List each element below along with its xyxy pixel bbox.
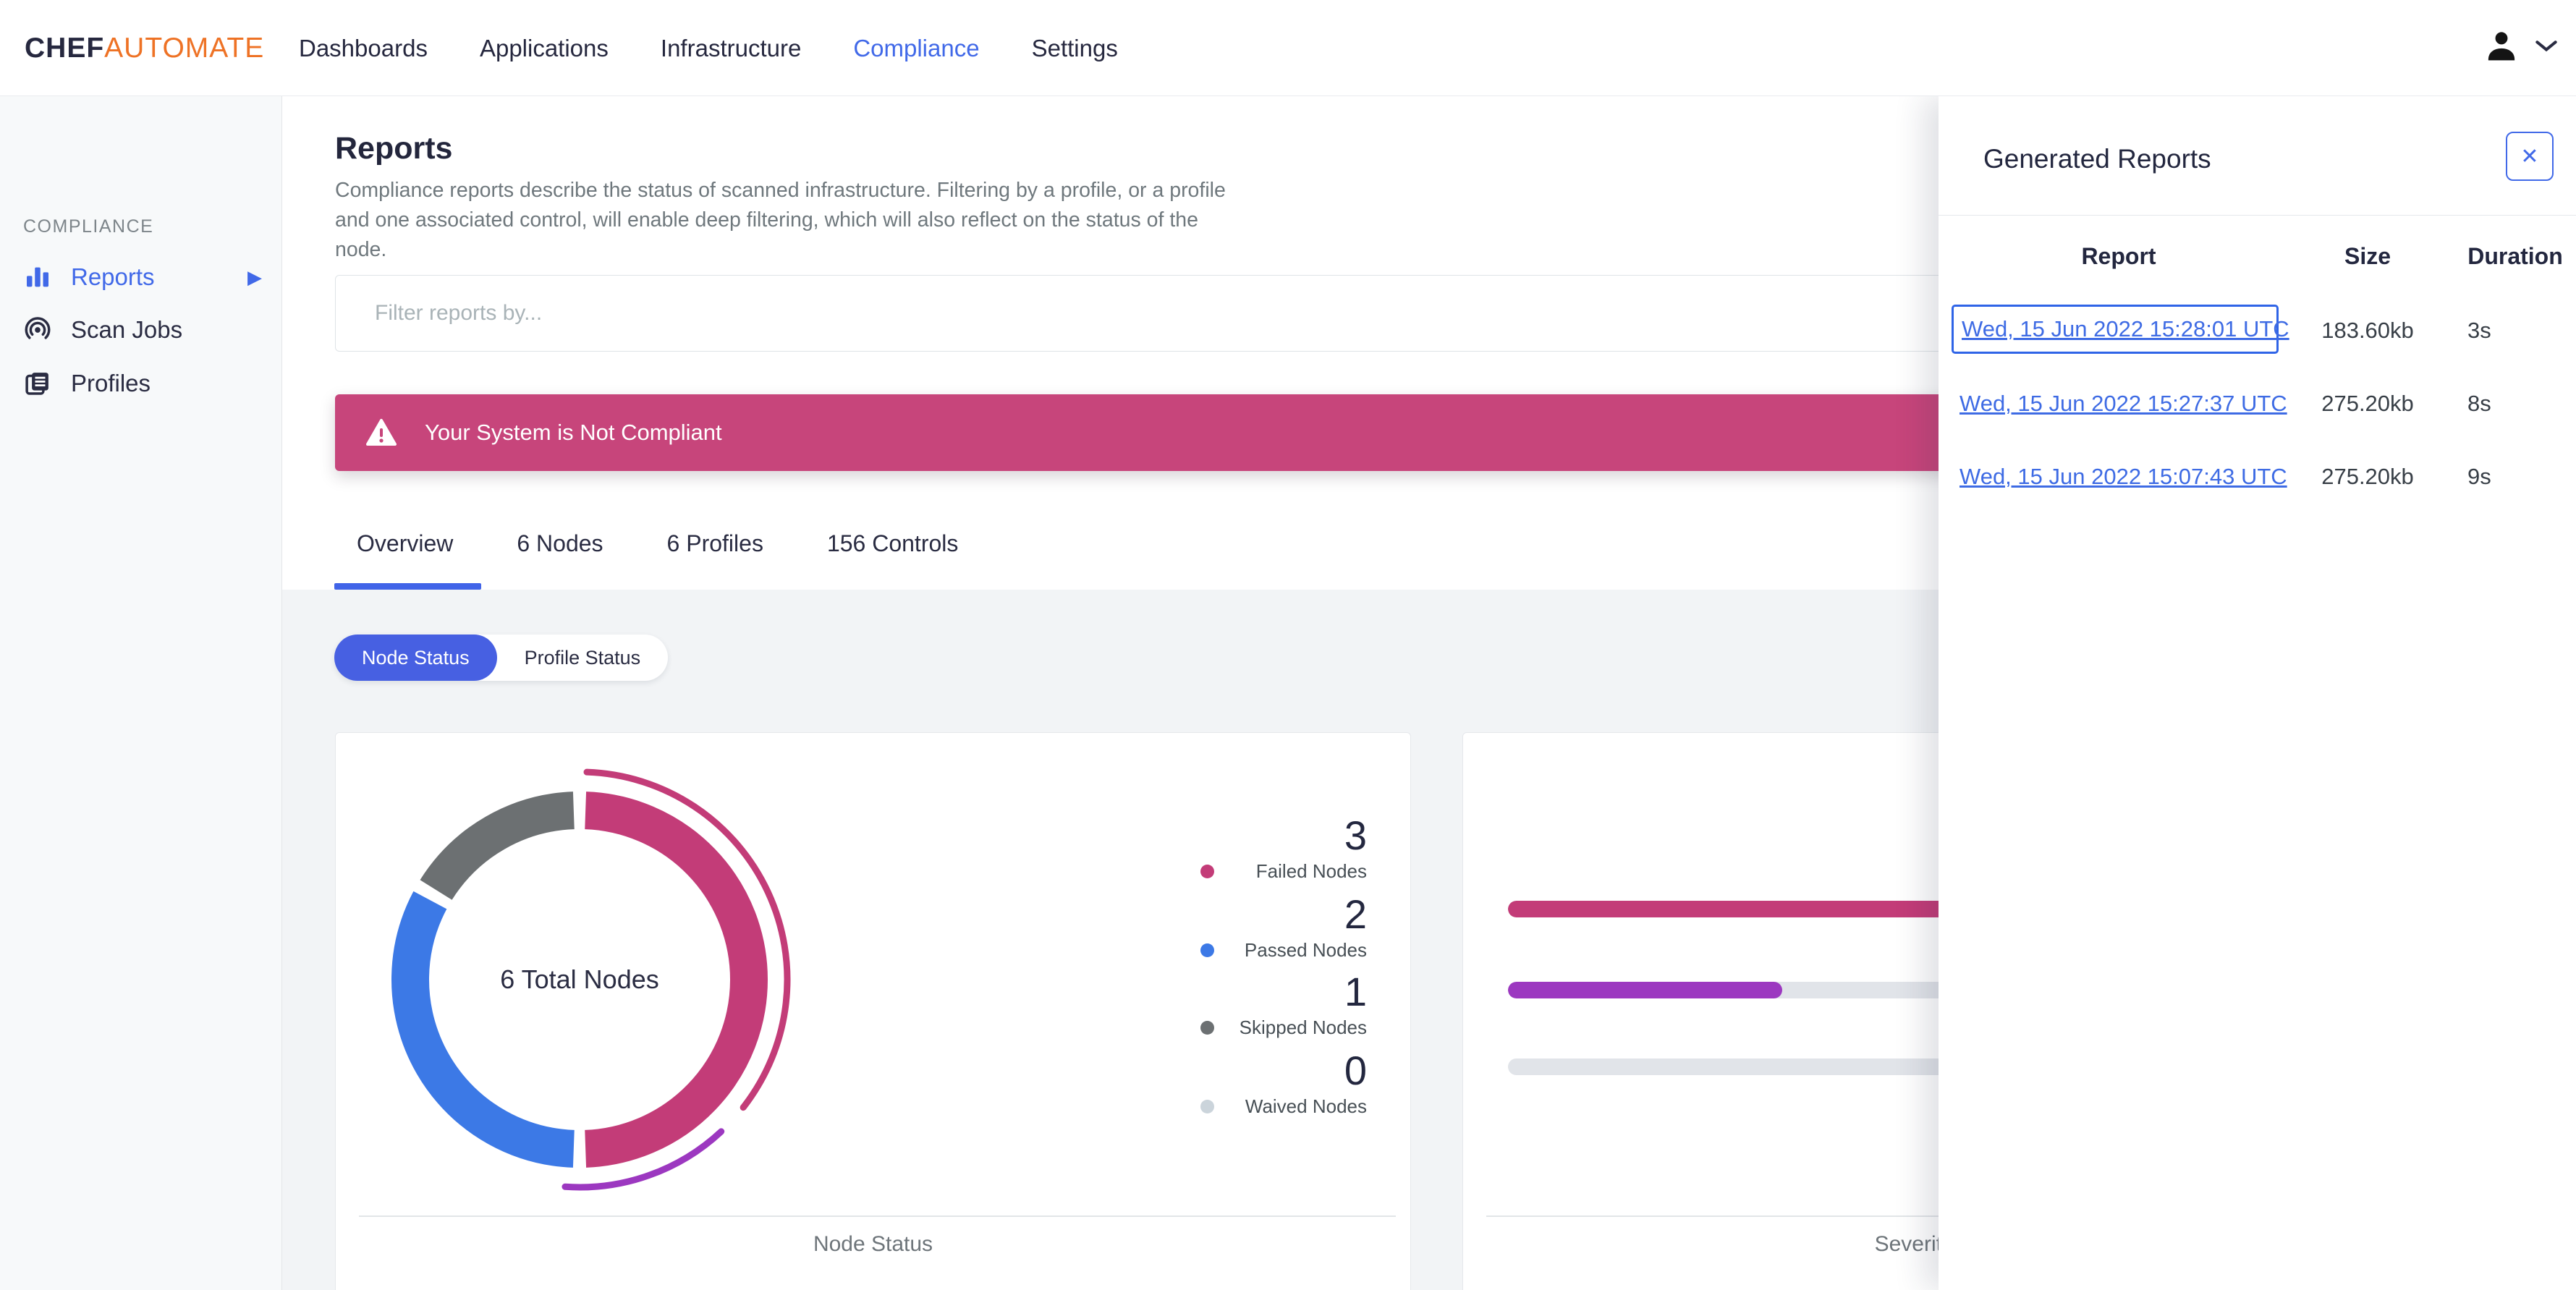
node-status-card: 6 Total Nodes 3 Failed Nodes 2 Passed No…: [335, 732, 1411, 1290]
legend-waived-nodes: 0 Waived Nodes: [1193, 1049, 1367, 1117]
report-link[interactable]: Wed, 15 Jun 2022 15:07:43 UTC: [1959, 464, 2287, 489]
column-header-report: Report: [2081, 243, 2156, 269]
report-link[interactable]: Wed, 15 Jun 2022 15:27:37 UTC: [1959, 391, 2287, 416]
user-profile-icon: [2480, 25, 2522, 71]
sidebar-item-label: Profiles: [71, 370, 151, 396]
sidebar-section-label: COMPLIANCE: [23, 216, 154, 237]
chevron-down-icon: [2535, 40, 2557, 56]
nav-item-compliance[interactable]: Compliance: [853, 35, 979, 62]
sidebar-item-reports[interactable]: Reports ▶: [0, 257, 282, 297]
toggle-profile-status[interactable]: Profile Status: [497, 635, 669, 681]
table-row: Wed, 15 Jun 2022 15:27:37 UTC: [1959, 391, 2287, 417]
logo-chef: CHEF: [25, 32, 105, 64]
legend-label: Skipped Nodes: [1239, 1017, 1367, 1038]
report-size: 275.20kb: [2321, 391, 2414, 416]
chef-automate-app: CHEF AUTOMATE Dashboards Applications Inf…: [0, 0, 2576, 1290]
legend-passed-nodes: 2 Passed Nodes: [1193, 893, 1367, 961]
legend-skipped-nodes: 1 Skipped Nodes: [1193, 970, 1367, 1038]
report-duration: 3s: [2467, 318, 2491, 343]
legend-label: Passed Nodes: [1244, 939, 1367, 961]
toggle-node-status[interactable]: Node Status: [334, 635, 497, 681]
warning-triangle-icon: [366, 419, 397, 446]
tab-overview[interactable]: Overview: [357, 530, 453, 557]
sidebar-item-scan-jobs[interactable]: Scan Jobs: [0, 310, 282, 350]
logo-automate: AUTOMATE: [104, 32, 265, 64]
nav-item-applications[interactable]: Applications: [480, 35, 609, 62]
failed-count: 3: [1344, 812, 1367, 858]
legend-label: Waived Nodes: [1245, 1095, 1367, 1117]
panel-title: Generated Reports: [1983, 144, 2211, 174]
waived-count: 0: [1344, 1048, 1367, 1093]
nav-item-infrastructure[interactable]: Infrastructure: [661, 35, 801, 62]
tab-profiles[interactable]: 6 Profiles: [667, 530, 763, 557]
report-tabs: Overview 6 Nodes 6 Profiles 156 Controls: [357, 530, 958, 557]
banner-text: Your System is Not Compliant: [425, 420, 722, 445]
sidebar-item-profiles[interactable]: Profiles: [0, 363, 282, 404]
report-duration: 9s: [2467, 464, 2491, 489]
status-toggle: Node Status Profile Status: [334, 635, 669, 681]
submenu-arrow-icon[interactable]: ▶: [247, 266, 262, 289]
page-description: Compliance reports describe the status o…: [335, 179, 1226, 261]
report-size: 183.60kb: [2321, 318, 2414, 343]
primary-nav: Dashboards Applications Infrastructure C…: [299, 0, 1118, 96]
focused-report-row-outline: Wed, 15 Jun 2022 15:28:01 UTC: [1952, 305, 2289, 354]
donut-center-label: 6 Total Nodes: [500, 964, 659, 994]
sidebar-item-label: Reports: [71, 263, 155, 290]
sidebar-item-label: Scan Jobs: [71, 316, 183, 343]
top-nav-bar: CHEF AUTOMATE Dashboards Applications Inf…: [0, 0, 2576, 96]
bar-chart-icon: [22, 261, 54, 293]
waived-dot-icon: [1200, 1100, 1214, 1113]
sidebar: COMPLIANCE Reports ▶ Scan Jobs Profiles: [0, 96, 282, 1290]
chef-automate-logo[interactable]: CHEF AUTOMATE: [25, 0, 264, 96]
tab-nodes[interactable]: 6 Nodes: [517, 530, 603, 557]
failed-dot-icon: [1200, 865, 1214, 878]
report-size: 275.20kb: [2321, 464, 2414, 489]
panel-divider: [1939, 215, 2576, 216]
table-row: Wed, 15 Jun 2022 15:07:43 UTC: [1959, 464, 2287, 490]
passed-dot-icon: [1200, 943, 1214, 957]
page-title: Reports: [335, 131, 453, 166]
report-link[interactable]: Wed, 15 Jun 2022 15:28:01 UTC: [1962, 316, 2289, 342]
close-icon: ✕: [2520, 144, 2539, 169]
close-panel-button[interactable]: ✕: [2506, 132, 2554, 181]
profiles-stack-icon: [22, 368, 54, 399]
report-duration: 8s: [2467, 391, 2491, 416]
legend-failed-nodes: 3 Failed Nodes: [1193, 814, 1367, 882]
tab-controls[interactable]: 156 Controls: [827, 530, 958, 557]
radar-icon: [22, 314, 54, 346]
card-divider: [359, 1215, 1396, 1217]
generated-reports-panel: Generated Reports ✕ Report Size Duration…: [1939, 96, 2576, 1290]
skipped-count: 1: [1344, 969, 1367, 1014]
column-header-duration: Duration: [2467, 243, 2563, 269]
node-status-caption: Node Status: [813, 1232, 933, 1256]
active-tab-underline: [334, 583, 481, 590]
user-menu[interactable]: [2480, 0, 2557, 96]
legend-label: Failed Nodes: [1255, 860, 1367, 882]
nav-item-dashboards[interactable]: Dashboards: [299, 35, 428, 62]
passed-count: 2: [1344, 891, 1367, 937]
nav-item-settings[interactable]: Settings: [1032, 35, 1118, 62]
skipped-dot-icon: [1200, 1021, 1214, 1035]
column-header-size: Size: [2344, 243, 2391, 269]
